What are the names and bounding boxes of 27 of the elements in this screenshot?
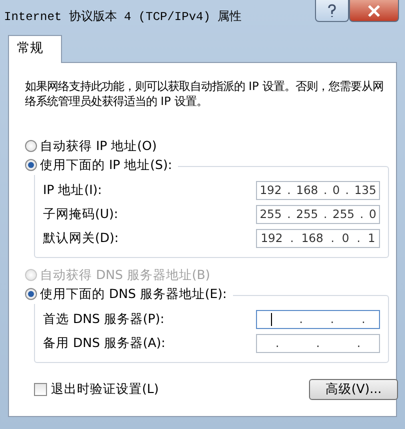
- ip-address-field[interactable]: 255 . 255 . 255 . 0: [256, 205, 380, 224]
- tab[interactable]: 常规: [8, 35, 62, 62]
- checkbox-label: 退出时验证设置(L): [51, 380, 159, 398]
- field-label: IP 地址(I):: [43, 181, 102, 200]
- radio-label: 使用下面的 DNS 服务器地址(E):: [40, 284, 227, 303]
- help-button[interactable]: [315, 0, 349, 22]
- field-label: 备用 DNS 服务器(A):: [43, 334, 166, 352]
- ip-address-field[interactable]: 192 . 168 . 0 . 135: [256, 181, 380, 200]
- radio-label: 自动获得 DNS 服务器地址(B): [40, 266, 210, 284]
- close-icon: [367, 4, 381, 16]
- description-text: 如果网络支持此功能，则可以获取自动指派的 IP 设置。否则，您需要从网络系统管理员处获得适当的 IP 设置。: [25, 78, 384, 108]
- window-title: Internet 协议版本 4 (TCP/IPv4) 属性: [4, 9, 242, 26]
- ip-address-field[interactable]: 192 . 168 . 0 . 1: [256, 229, 380, 248]
- radio-label: 自动获得 IP 地址(O): [40, 136, 157, 155]
- field-label: 首选 DNS 服务器(P):: [43, 310, 164, 328]
- radio-button[interactable]: [25, 288, 37, 300]
- radio-button[interactable]: [25, 140, 37, 152]
- radio-button[interactable]: [25, 159, 37, 171]
- help-icon: [327, 4, 337, 18]
- ip-address-field[interactable]: . . .: [256, 334, 380, 353]
- field-label: 子网掩码(U):: [43, 205, 118, 224]
- ip-address-field[interactable]: . . .: [256, 310, 380, 329]
- close-button[interactable]: [349, 0, 399, 22]
- field-label: 默认网关(D):: [43, 229, 119, 248]
- advanced-button[interactable]: 高级(V)...: [309, 378, 398, 400]
- radio-label: 使用下面的 IP 地址(S):: [40, 156, 172, 174]
- checkbox[interactable]: [34, 382, 47, 396]
